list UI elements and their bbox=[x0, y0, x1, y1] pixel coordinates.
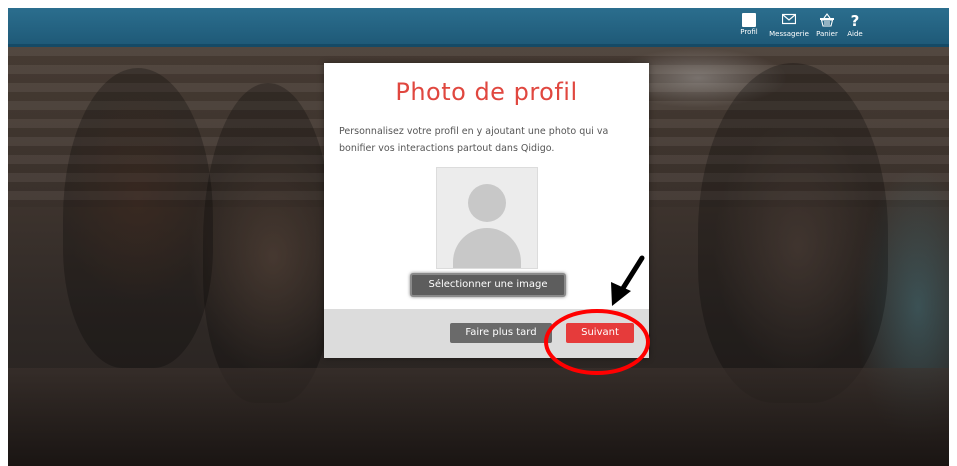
nav-aide-label: Aide bbox=[847, 30, 863, 38]
avatar-head-shape bbox=[468, 184, 506, 222]
modal-title: Photo de profil bbox=[395, 78, 578, 106]
profile-icon bbox=[742, 13, 756, 27]
background-person bbox=[63, 68, 213, 368]
nav-panier-label: Panier bbox=[816, 30, 838, 38]
avatar-placeholder bbox=[436, 167, 538, 269]
background-floor bbox=[8, 368, 949, 466]
app-frame: Profil Messagerie Panier ? Aide Photo de… bbox=[8, 8, 949, 466]
profile-photo-modal: Photo de profil Personnalisez votre prof… bbox=[324, 63, 649, 358]
help-icon: ? bbox=[850, 12, 860, 30]
modal-description: Personnalisez votre profil en y ajoutant… bbox=[339, 126, 609, 154]
nav-aide[interactable]: ? Aide bbox=[844, 13, 866, 41]
top-navigation-bar: Profil Messagerie Panier ? Aide bbox=[8, 8, 949, 47]
do-later-button[interactable]: Faire plus tard bbox=[450, 323, 552, 343]
avatar-shoulders-shape bbox=[453, 228, 521, 268]
basket-icon bbox=[813, 13, 841, 29]
nav-messagerie[interactable]: Messagerie bbox=[768, 13, 810, 41]
nav-panier[interactable]: Panier bbox=[813, 13, 841, 41]
select-image-button[interactable]: Sélectionner une image bbox=[410, 273, 566, 297]
background-person bbox=[203, 83, 333, 403]
nav-messagerie-label: Messagerie bbox=[769, 30, 809, 38]
next-button[interactable]: Suivant bbox=[566, 323, 634, 343]
nav-profil-label: Profil bbox=[740, 28, 758, 36]
modal-footer: Faire plus tard Suivant bbox=[324, 309, 649, 358]
background-person bbox=[698, 63, 888, 403]
nav-profil[interactable]: Profil bbox=[737, 13, 761, 41]
envelope-icon bbox=[768, 13, 810, 29]
